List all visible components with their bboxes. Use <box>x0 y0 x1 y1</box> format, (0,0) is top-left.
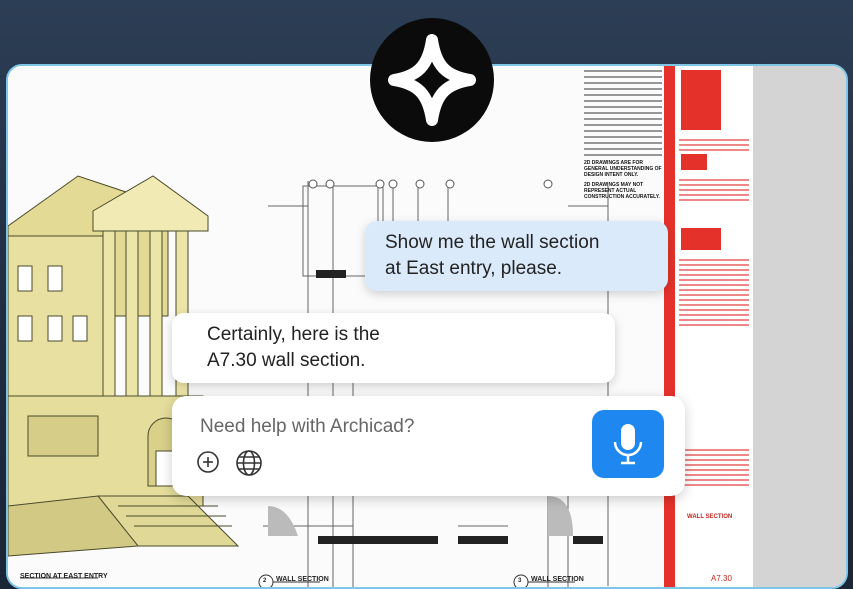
assistant-message-line-2: A7.30 wall section. <box>207 350 366 371</box>
assistant-message-line-1: Certainly, here is the <box>207 324 380 345</box>
microphone-button[interactable] <box>592 410 664 478</box>
chat-input[interactable] <box>198 412 542 442</box>
user-message-line-1: Show me the wall section <box>385 232 600 253</box>
perspective-label: SECTION AT EAST ENTRY <box>20 573 108 580</box>
sheet-number: A7.30 <box>711 574 732 583</box>
app-logo <box>370 18 494 142</box>
plus-circle-icon[interactable] <box>196 450 220 474</box>
dgs-logo <box>681 154 707 170</box>
assistant-message-bubble: Certainly, here is the A7.30 wall sectio… <box>172 313 615 383</box>
globe-icon[interactable] <box>235 449 263 477</box>
chat-input-box <box>172 396 685 496</box>
section-marker-2: 2 <box>263 578 267 584</box>
user-message-line-2: at East entry, please. <box>385 258 563 279</box>
sheet-title: WALL SECTION <box>687 514 733 520</box>
notes-line-2: 2D DRAWINGS MAY NOT REPRESENT ACTUAL CON… <box>584 182 660 200</box>
wall-section-label-2: WALL SECTION <box>531 576 584 583</box>
microphone-icon <box>613 424 643 465</box>
notes-line-1: 2D DRAWINGS ARE FOR GENERAL UNDERSTANDIN… <box>584 160 662 178</box>
school-logo <box>681 70 721 130</box>
title-block-stripe <box>667 66 675 587</box>
sheet-margin <box>753 66 846 587</box>
title-block: WALL SECTION A7.30 <box>664 66 756 587</box>
section-marker-3: 3 <box>518 578 522 584</box>
consultant-logo <box>681 228 721 250</box>
sparkle-icon <box>388 34 476 126</box>
wall-section-label-1: WALL SECTION <box>276 576 329 583</box>
user-message-bubble: Show me the wall section at East entry, … <box>365 221 668 291</box>
